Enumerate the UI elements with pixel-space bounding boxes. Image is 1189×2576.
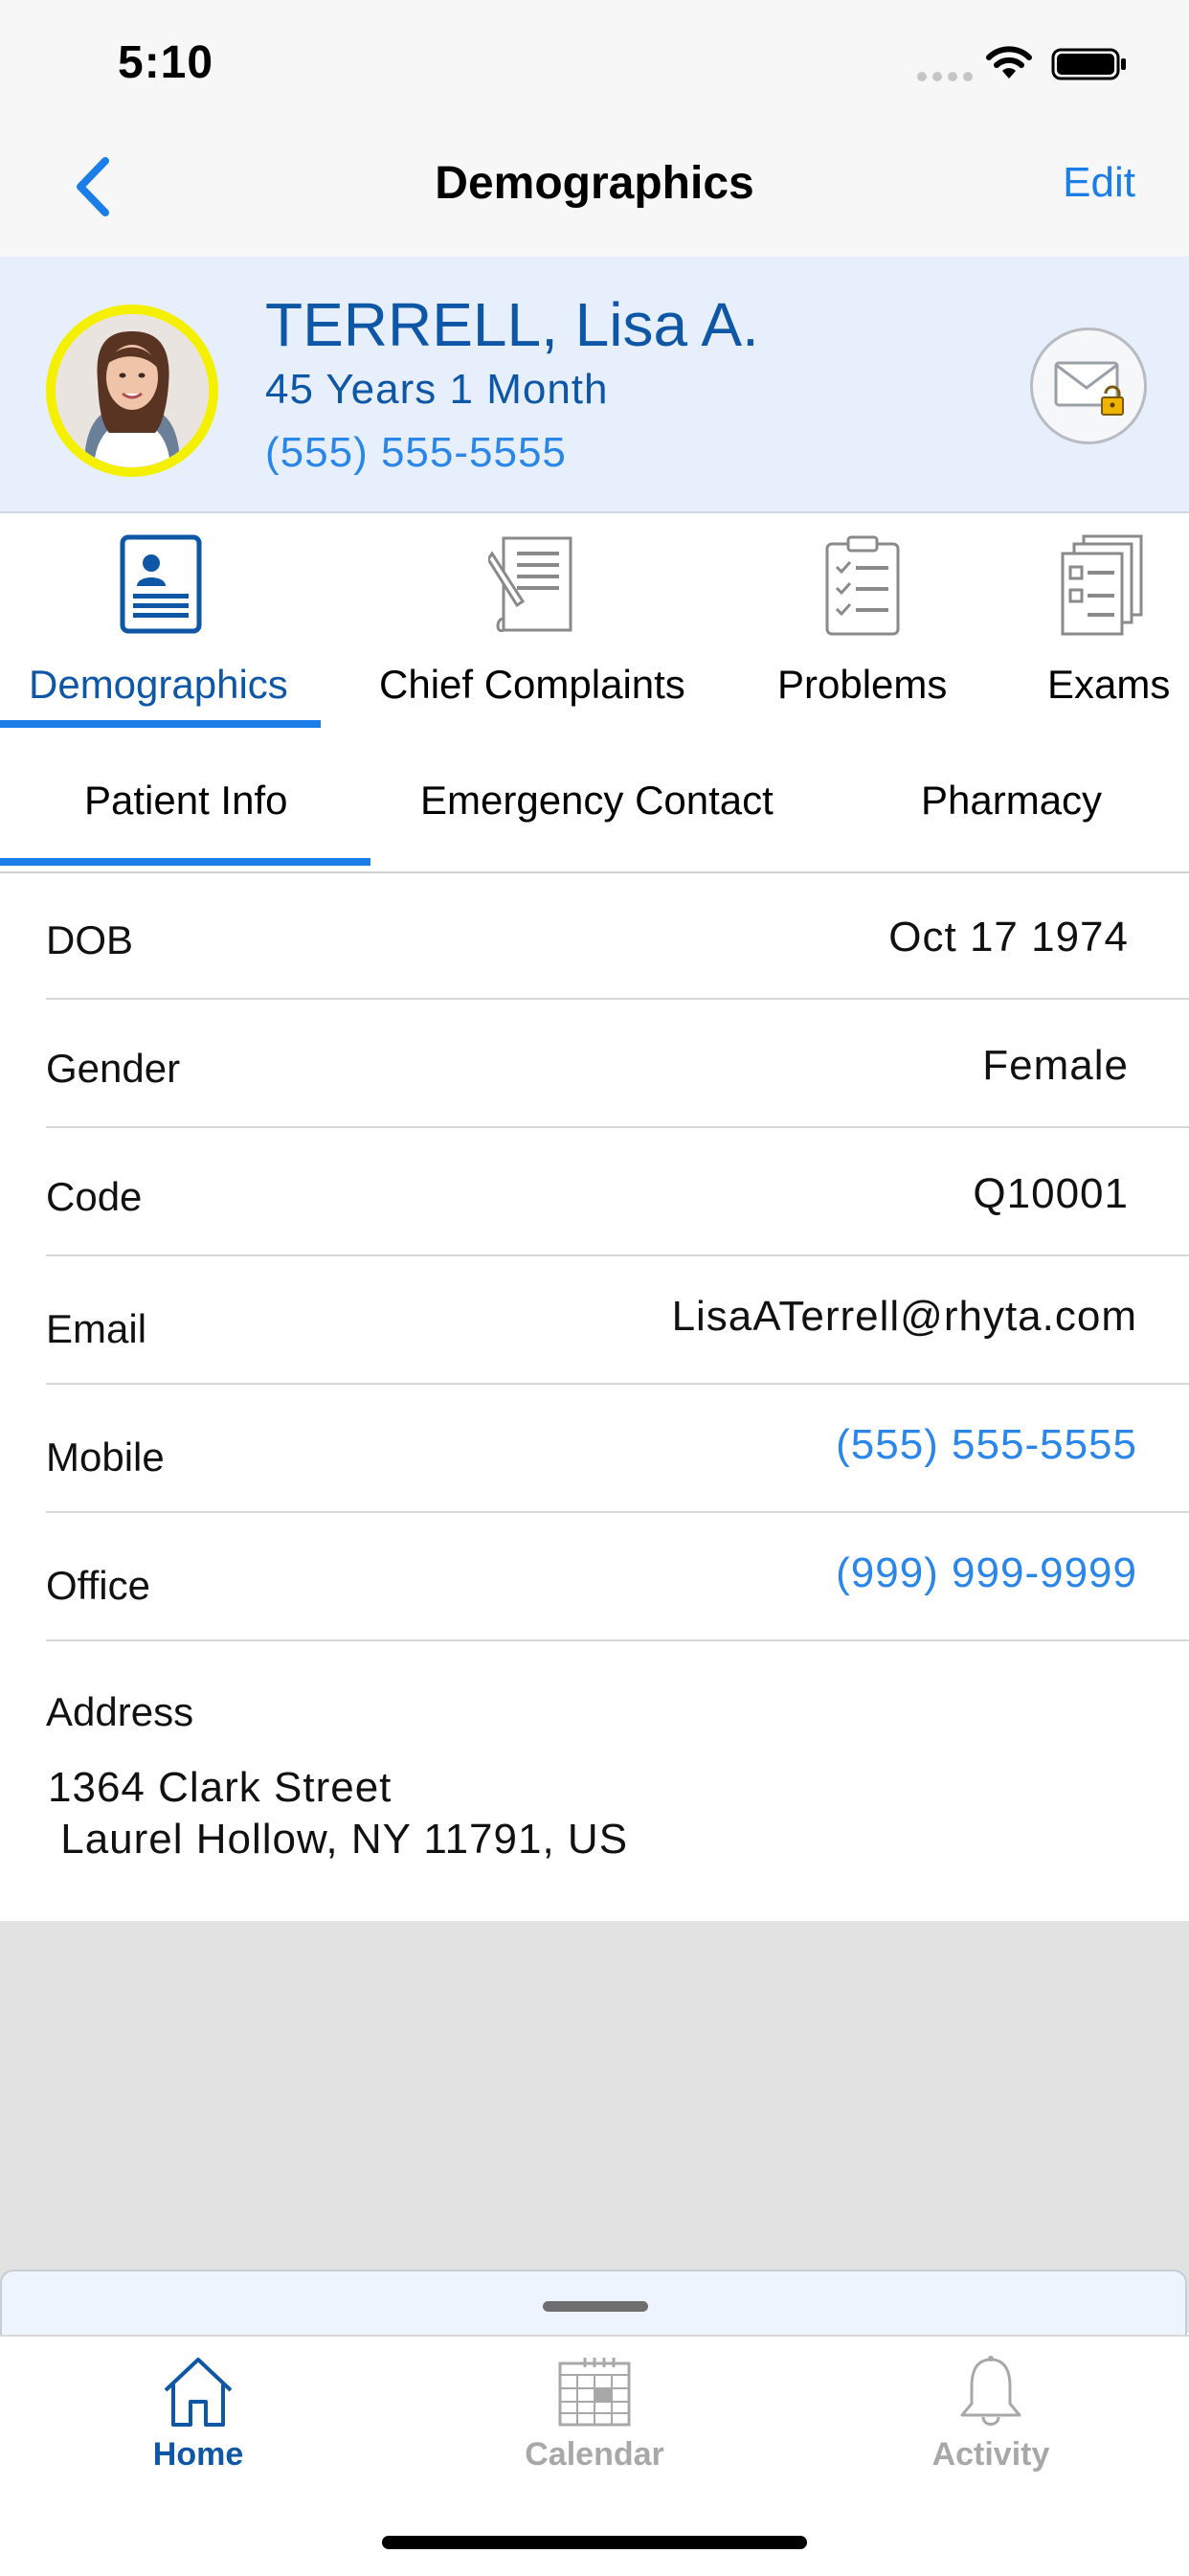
tab-chief-complaints[interactable]: Chief Complaints [354, 513, 718, 732]
address-street: 1364 Clark Street [48, 1764, 393, 1811]
active-tab-indicator [0, 720, 321, 728]
status-bar: 5:10 [0, 0, 1189, 124]
patient-name: TERRELL, Lisa A. [265, 290, 759, 359]
tab-label: Calendar [525, 2436, 664, 2473]
detail-row-gender: Gender Female [0, 1000, 1189, 1128]
address-label: Address [46, 1689, 194, 1734]
row-label: Gender [46, 1046, 181, 1091]
patient-age: 45 Years 1 Month [265, 366, 609, 413]
tab-exams[interactable]: Exams [1024, 513, 1189, 732]
tab-label: Activity [931, 2436, 1050, 2473]
tab-home[interactable]: Home [0, 2337, 396, 2490]
tab-calendar[interactable]: Calendar [396, 2337, 793, 2490]
tab-label: Problems [777, 662, 948, 707]
row-value: Oct 17 1974 [888, 914, 1129, 960]
active-subtab-indicator [0, 858, 370, 866]
row-label: Office [46, 1563, 150, 1608]
clipboard-checklist-icon [825, 535, 900, 636]
row-value: Female [982, 1042, 1129, 1089]
bottom-sheet-handle-bar[interactable] [0, 2270, 1187, 2337]
tab-patient-info[interactable]: Patient Info [84, 778, 287, 824]
patient-avatar [46, 305, 218, 477]
patient-header: TERRELL, Lisa A. 45 Years 1 Month (555) … [0, 257, 1189, 513]
detail-row-email: Email LisaATerrell@rhyta.com [0, 1256, 1189, 1385]
tab-label: Exams [1047, 662, 1171, 707]
divider [46, 1639, 1189, 1641]
tab-emergency-contact[interactable]: Emergency Contact [420, 778, 774, 824]
battery-icon [1051, 48, 1126, 80]
module-tab-bar: Demographics Chief Complaints Problems E… [0, 513, 1189, 732]
detail-row-dob: DOB Oct 17 1974 [0, 871, 1189, 1000]
patient-phone-link[interactable]: (555) 555-5555 [265, 429, 567, 477]
tab-label: Chief Complaints [379, 662, 685, 707]
email-value[interactable]: LisaATerrell@rhyta.com [672, 1293, 1137, 1341]
row-label: Email [46, 1306, 147, 1351]
cellular-signal-icon [917, 72, 973, 81]
tab-activity[interactable]: Activity [793, 2337, 1189, 2490]
detail-row-office: Office (999) 999-9999 [0, 1513, 1189, 1641]
calendar-icon [558, 2358, 631, 2427]
tab-demographics[interactable]: Demographics [0, 513, 321, 732]
sub-tab-bar: Patient Info Emergency Contact Pharmacy [0, 732, 1189, 873]
address-city: Laurel Hollow, NY 11791, US [48, 1816, 629, 1863]
office-phone-link[interactable]: (999) 999-9999 [836, 1549, 1137, 1597]
page-title: Demographics [435, 158, 754, 209]
status-time: 5:10 [118, 37, 214, 88]
home-icon [164, 2358, 233, 2427]
id-card-icon [120, 534, 202, 634]
row-label: DOB [46, 917, 134, 962]
detail-row-mobile: Mobile (555) 555-5555 [0, 1385, 1189, 1513]
wifi-icon [986, 46, 1032, 79]
row-value: Q10001 [973, 1170, 1129, 1217]
tab-label: Demographics [29, 662, 288, 707]
navigation-bar: Demographics Edit [0, 124, 1189, 259]
tab-label: Home [152, 2436, 244, 2473]
tab-pharmacy[interactable]: Pharmacy [921, 778, 1102, 824]
tab-problems[interactable]: Problems [766, 513, 967, 732]
mobile-phone-link[interactable]: (555) 555-5555 [836, 1421, 1137, 1469]
drag-handle[interactable] [543, 2301, 648, 2312]
locked-envelope-icon [1054, 361, 1124, 416]
document-pen-icon [488, 536, 572, 633]
row-label: Mobile [46, 1435, 165, 1480]
secure-message-button[interactable] [1030, 328, 1147, 444]
row-label: Code [46, 1174, 143, 1219]
edit-button[interactable]: Edit [1063, 159, 1135, 207]
stacked-checklist-icon [1061, 534, 1143, 636]
bell-icon [960, 2356, 1021, 2426]
detail-row-code: Code Q10001 [0, 1128, 1189, 1256]
home-indicator [382, 2536, 807, 2549]
